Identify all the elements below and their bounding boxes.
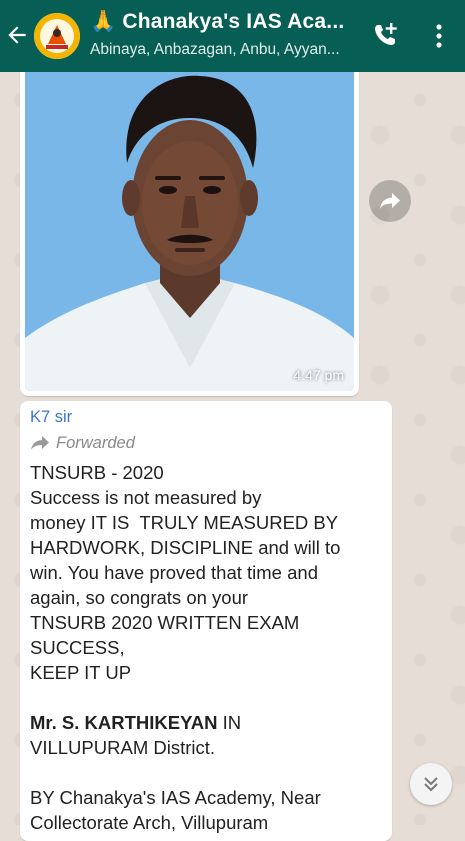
message-line: KEEP IT UP [30, 662, 132, 683]
double-chevron-down-icon [424, 777, 438, 792]
forwarded-label: Forwarded [30, 434, 135, 453]
chat-title[interactable]: 🙏 Chanakya's IAS Aca... [90, 10, 344, 34]
chat-header: 🙏 Chanakya's IAS Aca... Abinaya, Anbazag… [0, 0, 465, 72]
forwarded-text: Forwarded [56, 434, 135, 452]
message-line: Success is not measured by [30, 487, 262, 508]
portrait-photo[interactable]: 4:47 pm [25, 68, 354, 391]
group-avatar[interactable] [34, 13, 80, 59]
sender-name[interactable]: K7 sir [30, 408, 72, 427]
arrow-left-icon[interactable] [4, 22, 30, 48]
awardee-suffix: IN [217, 712, 242, 733]
message-line: Collectorate Arch, Villupuram [30, 812, 269, 833]
message-line: VILLUPURAM District. [30, 737, 216, 758]
share-arrow-icon [380, 193, 400, 209]
add-call-icon[interactable] [370, 20, 400, 50]
academy-logo [34, 13, 80, 59]
forwarded-arrow-icon [31, 436, 49, 450]
message-line: Mr. S. KARTHIKEYAN IN [30, 710, 385, 735]
watermark-logo: Jd [360, 728, 386, 753]
message-line: HARDWORK, DISCIPLINE and will to [30, 537, 341, 558]
image-message-bubble[interactable]: 4:47 pm [20, 68, 359, 396]
message-line: SUCCESS, [30, 637, 125, 658]
chat-participants[interactable]: Abinaya, Anbazagan, Anbu, Ayyan... [90, 41, 340, 59]
scroll-to-bottom-button[interactable] [410, 763, 452, 805]
awardee-name: Mr. S. KARTHIKEYAN [30, 712, 218, 733]
message-line: money IT IS TRULY MEASURED BY [30, 512, 339, 533]
forward-button[interactable] [369, 180, 411, 222]
text-message-bubble[interactable]: K7 sir Forwarded TNSURB - 2020 Success i… [20, 401, 392, 841]
more-vertical-icon[interactable] [430, 22, 448, 50]
message-timestamp: 4:47 pm [293, 367, 344, 383]
message-body: TNSURB - 2020 Success is not measured by… [30, 460, 385, 835]
message-line: BY Chanakya's IAS Academy, Near [30, 787, 321, 808]
message-line: win. You have proved that time and [30, 562, 318, 583]
message-line: TNSURB - 2020 [30, 462, 164, 483]
message-line: TNSURB 2020 WRITTEN EXAM [30, 612, 300, 633]
message-line: again, so congrats on your [30, 587, 249, 608]
